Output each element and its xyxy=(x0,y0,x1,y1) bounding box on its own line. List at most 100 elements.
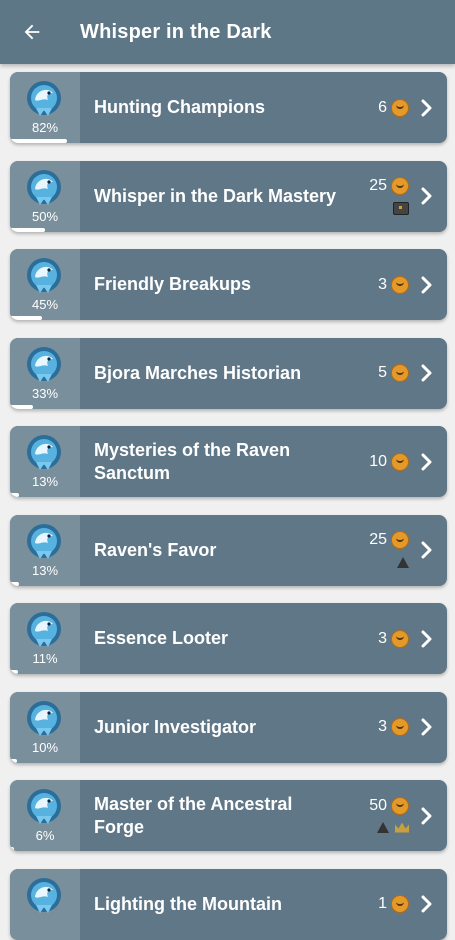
coin-icon xyxy=(391,275,409,294)
achievement-card[interactable]: 13% Mysteries of the Raven Sanctum 10 xyxy=(10,426,447,497)
crown-icon xyxy=(395,822,409,833)
chevron-right-icon[interactable] xyxy=(417,249,437,320)
coin-icon xyxy=(391,364,409,382)
raven-emblem-icon xyxy=(24,167,64,209)
back-button[interactable] xyxy=(0,0,64,64)
reward-points: 1 xyxy=(378,895,387,912)
achievement-badge: 82% xyxy=(10,72,80,143)
coin-icon xyxy=(391,796,409,815)
achievement-card[interactable]: Lighting the Mountain 1 xyxy=(10,868,447,940)
reward-info: 3 xyxy=(378,249,409,320)
raven-emblem-icon xyxy=(24,786,64,828)
achievement-badge: 6% xyxy=(10,780,80,851)
achievement-badge: 13% xyxy=(10,514,80,586)
achievement-title: Whisper in the Dark Mastery xyxy=(94,185,337,206)
progress-percent: 13% xyxy=(31,474,59,489)
achievement-badge: 13% xyxy=(10,426,80,497)
progress-bar xyxy=(10,670,18,674)
chevron-right-icon[interactable] xyxy=(417,692,437,763)
raven-emblem-icon xyxy=(24,255,64,297)
coin-icon xyxy=(391,98,409,117)
achievement-title: Mysteries of the Raven Sanctum xyxy=(94,439,291,483)
raven-emblem-icon xyxy=(24,698,64,740)
reward-info: 3 xyxy=(378,603,409,674)
reward-points: 3 xyxy=(378,718,387,735)
arrow-left-icon xyxy=(24,24,40,40)
chevron-right-icon[interactable] xyxy=(417,603,437,674)
coin-icon xyxy=(391,718,409,736)
achievement-badge: 45% xyxy=(10,249,80,320)
reward-points: 6 xyxy=(378,98,387,116)
coin-icon xyxy=(391,177,409,195)
progress-percent: 6% xyxy=(35,828,55,843)
coin-icon xyxy=(391,895,409,913)
page-title: Whisper in the Dark xyxy=(80,20,272,43)
progress-bar xyxy=(10,139,68,143)
progress-bar xyxy=(10,581,20,586)
chevron-right-icon[interactable] xyxy=(417,72,437,143)
progress-percent: 45% xyxy=(31,297,59,312)
hat-icon xyxy=(377,822,389,833)
progress-percent: 10% xyxy=(31,739,59,755)
achievement-card[interactable]: 13% Raven's Favor 25 xyxy=(10,514,447,586)
raven-emblem-icon xyxy=(24,344,64,386)
app-bar: Whisper in the Dark xyxy=(0,0,455,64)
reward-points: 5 xyxy=(378,364,387,381)
progress-bar xyxy=(10,316,42,320)
achievement-badge: 11% xyxy=(10,603,80,674)
achievement-title: Master of the Ancestral Forge xyxy=(94,793,293,837)
progress-percent: 13% xyxy=(31,562,59,578)
reward-points: 3 xyxy=(378,275,387,293)
achievement-badge: 33% xyxy=(10,337,80,409)
achievement-card[interactable]: 33% Bjora Marches Historian 5 xyxy=(10,337,447,409)
achievement-badge: 50% xyxy=(10,160,80,232)
reward-info: 1 xyxy=(378,869,409,940)
progress-bar xyxy=(10,758,17,763)
achievement-badge xyxy=(10,868,80,940)
reward-info: 50 xyxy=(369,780,409,851)
reward-points: 25 xyxy=(369,177,387,194)
achievement-card[interactable]: 45% Friendly Breakups 3 xyxy=(10,249,447,320)
chevron-right-icon[interactable] xyxy=(417,780,437,851)
reward-info: 3 xyxy=(378,692,409,763)
achievement-title: Friendly Breakups xyxy=(94,274,252,294)
coin-icon xyxy=(391,452,409,471)
achievement-title: Junior Investigator xyxy=(94,716,257,737)
chevron-right-icon[interactable] xyxy=(417,515,437,586)
progress-percent: 11% xyxy=(32,651,58,666)
raven-emblem-icon xyxy=(24,875,64,917)
chevron-right-icon[interactable] xyxy=(417,869,437,940)
reward-info: 10 xyxy=(369,426,409,497)
chevron-right-icon[interactable] xyxy=(417,426,437,497)
reward-points: 3 xyxy=(378,629,387,647)
reward-info: 25 xyxy=(369,161,409,232)
raven-emblem-icon xyxy=(24,521,64,563)
achievement-title: Bjora Marches Historian xyxy=(94,362,302,383)
reward-points: 10 xyxy=(369,452,387,470)
coin-icon xyxy=(391,629,409,648)
progress-bar xyxy=(10,404,34,409)
reward-info: 5 xyxy=(378,338,409,409)
reward-points: 50 xyxy=(369,796,387,814)
chevron-right-icon[interactable] xyxy=(417,161,437,232)
achievement-card[interactable]: 11% Essence Looter 3 xyxy=(10,603,447,674)
raven-emblem-icon xyxy=(24,432,64,474)
coin-icon xyxy=(391,531,409,549)
reward-info: 6 xyxy=(378,72,409,143)
raven-emblem-icon xyxy=(24,609,64,651)
raven-emblem-icon xyxy=(24,78,64,120)
achievement-card[interactable]: 10% Junior Investigator 3 xyxy=(10,691,447,763)
progress-bar xyxy=(10,493,20,497)
chevron-right-icon[interactable] xyxy=(417,338,437,409)
achievement-card[interactable]: 50% Whisper in the Dark Mastery 25 xyxy=(10,160,447,232)
progress-percent: 50% xyxy=(31,208,59,224)
hat-icon xyxy=(397,556,409,568)
progress-percent: 33% xyxy=(31,385,59,401)
reward-points: 25 xyxy=(369,531,387,548)
achievement-card[interactable]: 82% Hunting Champions 6 xyxy=(10,72,447,143)
achievement-card[interactable]: 6% Master of the Ancestral Forge 50 xyxy=(10,780,447,851)
progress-bar xyxy=(10,227,45,232)
reward-info: 25 xyxy=(369,515,409,586)
progress-percent: 82% xyxy=(31,120,59,135)
achievement-title: Raven's Favor xyxy=(94,539,217,560)
